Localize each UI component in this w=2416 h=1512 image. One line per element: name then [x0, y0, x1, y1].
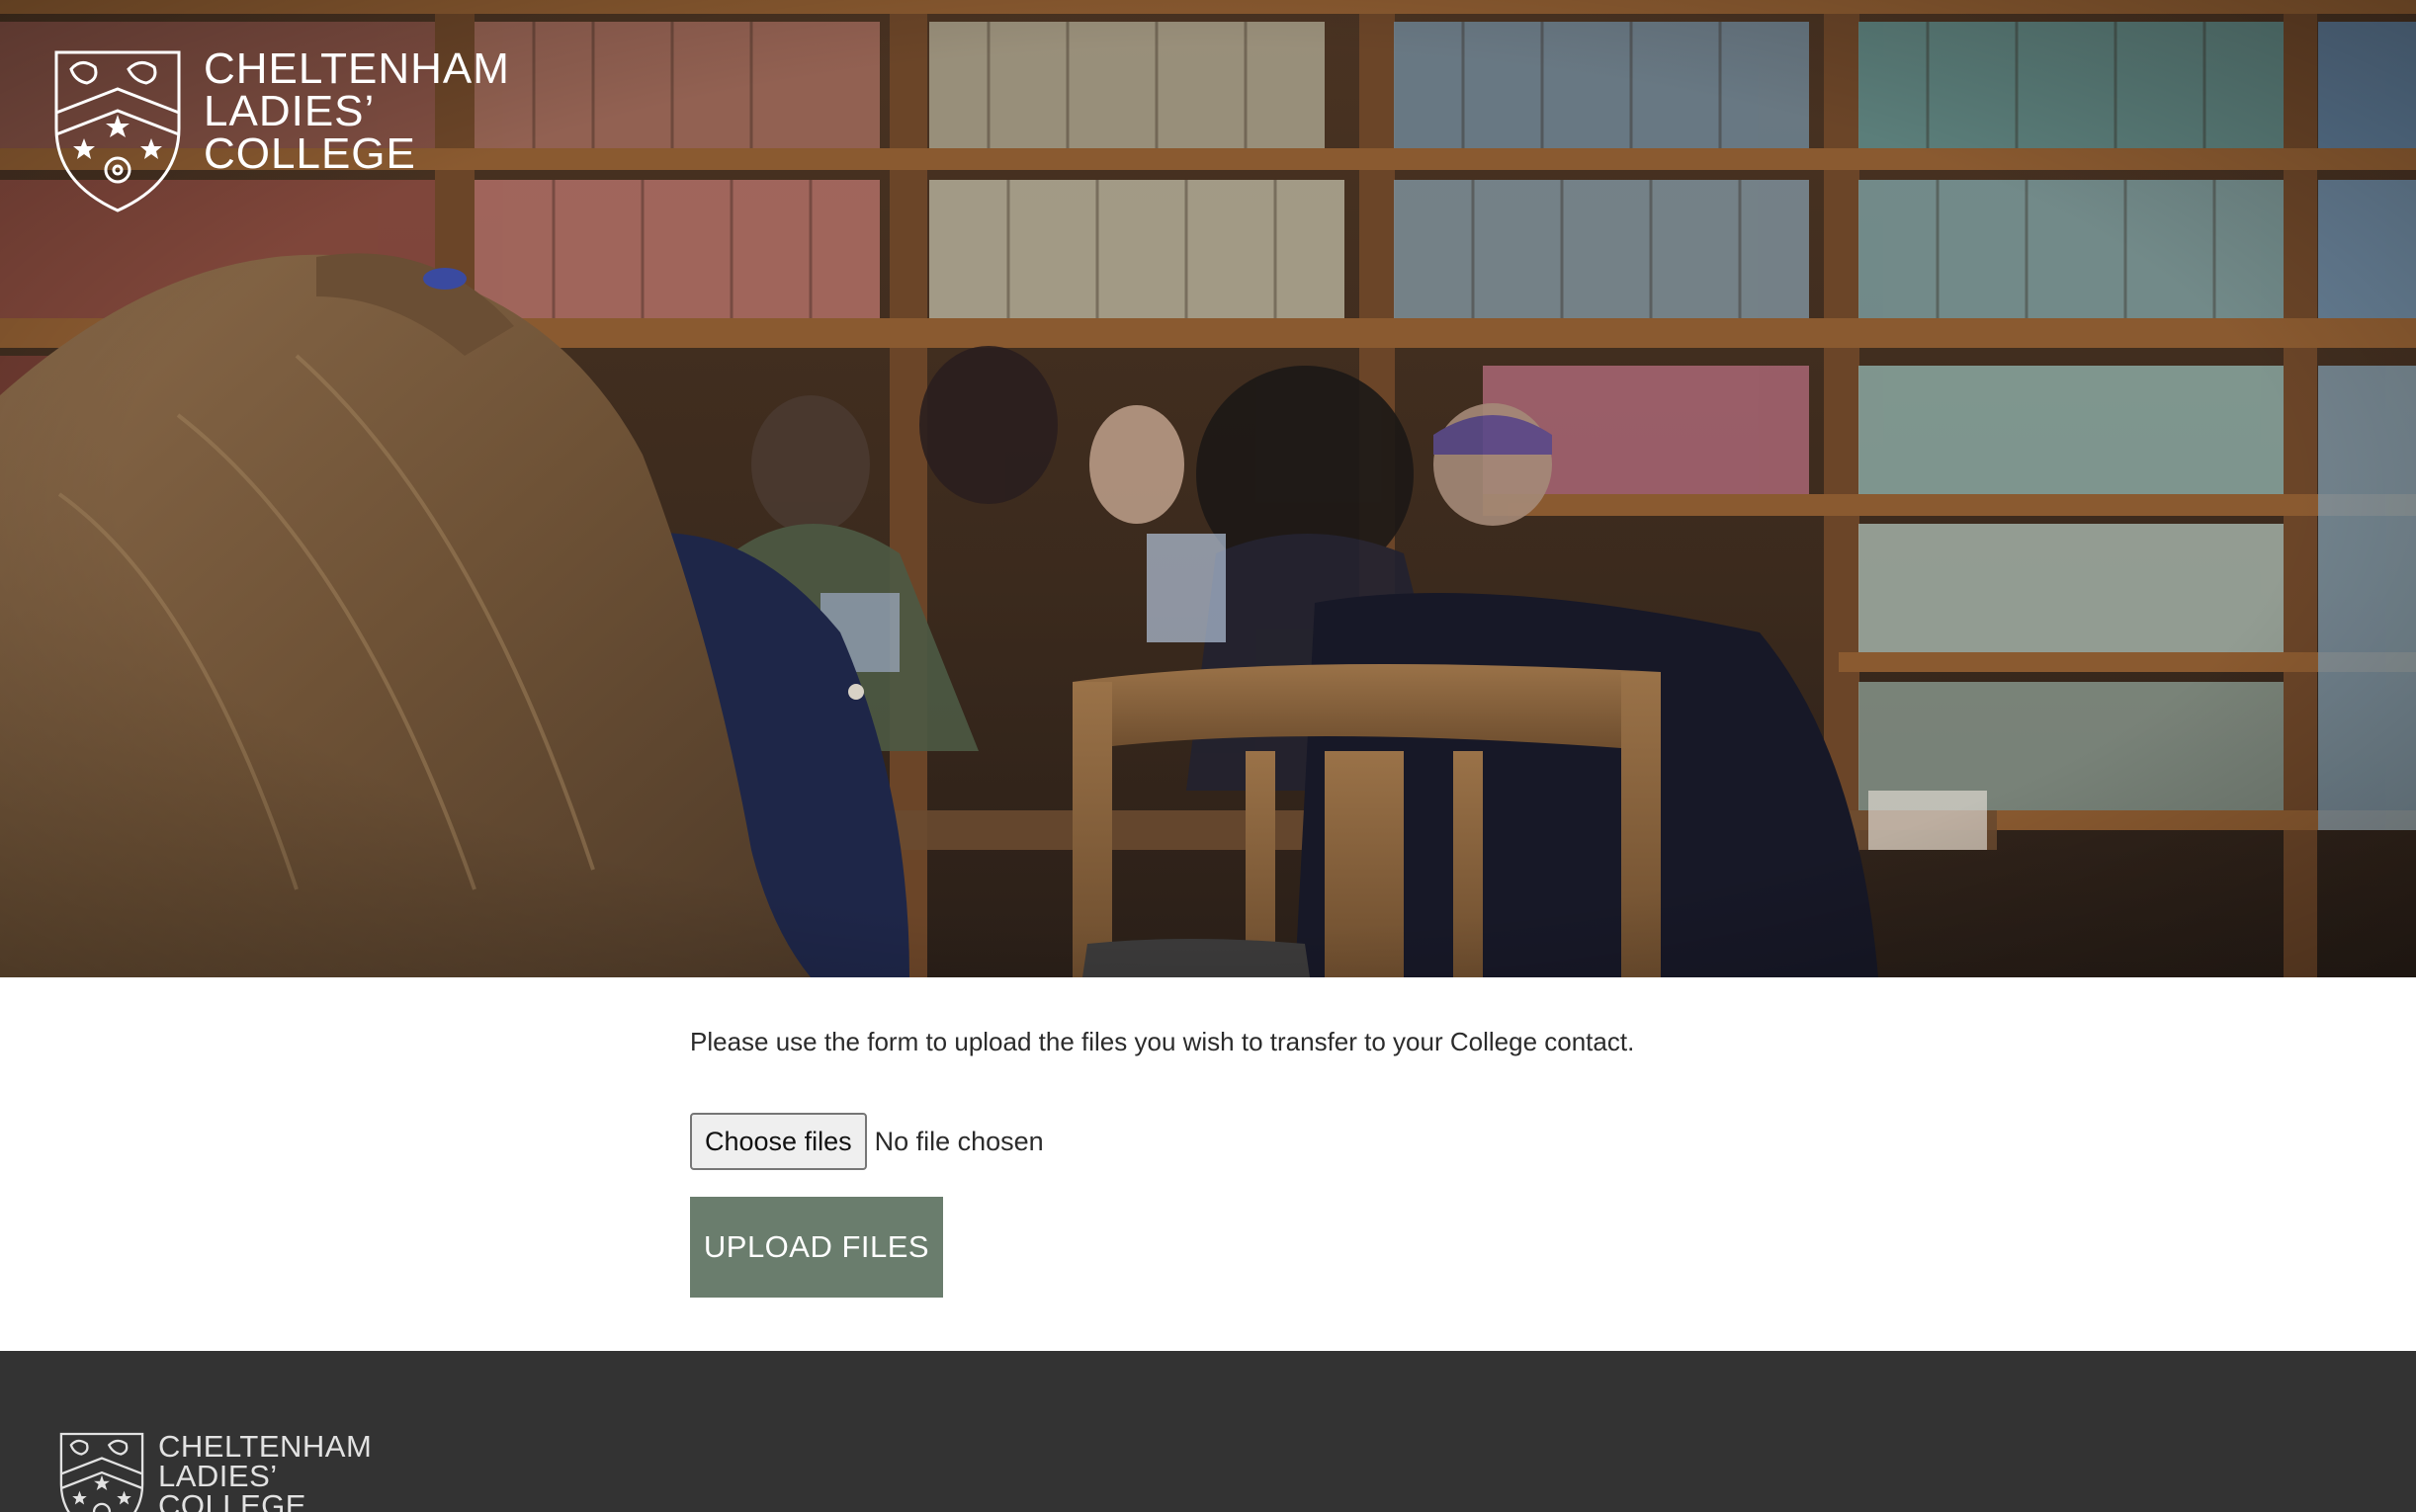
file-picker: Choose files No file chosen [690, 1113, 1044, 1170]
college-name-line-1: CHELTENHAM [204, 44, 510, 93]
college-name-line-3: COLLEGE [204, 129, 416, 178]
upload-files-button[interactable]: UPLOAD FILES [690, 1197, 943, 1298]
upload-section: Please use the form to upload the files … [0, 977, 2416, 1351]
footer-name-line-1: CHELTENHAM [158, 1429, 373, 1464]
upload-instructions: Please use the form to upload the files … [690, 1027, 1635, 1056]
college-name-line-2: LADIES’ [204, 87, 376, 135]
hero-banner: CHELTENHAM LADIES’ COLLEGE [0, 0, 2416, 977]
file-status-text: No file chosen [874, 1126, 1044, 1156]
choose-files-button[interactable]: Choose files [690, 1113, 867, 1170]
college-crest-icon [59, 1432, 144, 1512]
college-name: CHELTENHAM LADIES’ COLLEGE [204, 44, 510, 178]
college-crest-icon [54, 50, 181, 212]
footer-name-line-2: LADIES’ [158, 1459, 278, 1493]
footer-college-name: CHELTENHAM LADIES’ COLLEGE [158, 1429, 373, 1512]
footer-logo[interactable]: CHELTENHAM LADIES’ COLLEGE [57, 1429, 373, 1512]
college-logo[interactable]: CHELTENHAM LADIES’ COLLEGE [51, 44, 510, 213]
footer-name-line-3: COLLEGE [158, 1488, 306, 1512]
footer: CHELTENHAM LADIES’ COLLEGE [0, 1351, 2416, 1512]
